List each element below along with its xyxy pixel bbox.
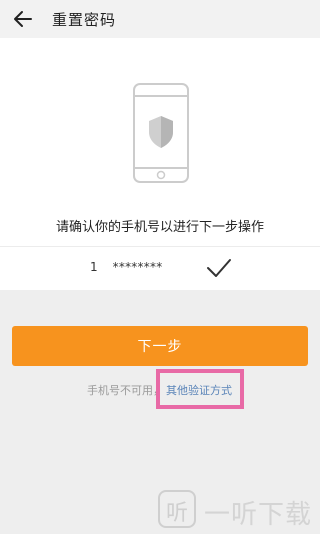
phone-unavailable-text: 手机号不可用， [87, 384, 164, 397]
app-header: 重置密码 [0, 0, 320, 38]
watermark-logo-text: 听 [165, 501, 188, 526]
watermark-text: 一听下载 [204, 500, 313, 530]
phone-number-row[interactable]: 1 ******** [0, 248, 320, 290]
divider [0, 246, 320, 247]
next-step-button[interactable]: 下一步 [12, 326, 308, 366]
phone-prefix: 1 [90, 260, 98, 274]
verify-card: 请确认你的手机号以进行下一步操作 1 ******** [0, 38, 320, 290]
highlight-annotation-box [156, 369, 244, 409]
page-title: 重置密码 [52, 11, 117, 29]
phone-shield-icon [133, 83, 189, 183]
back-arrow-icon[interactable] [12, 8, 34, 30]
confirm-phone-prompt: 请确认你的手机号以进行下一步操作 [55, 220, 264, 235]
phone-masked-number: ******** [112, 260, 163, 274]
watermark-logo-icon: 听 [158, 490, 196, 528]
check-icon[interactable] [206, 257, 232, 279]
